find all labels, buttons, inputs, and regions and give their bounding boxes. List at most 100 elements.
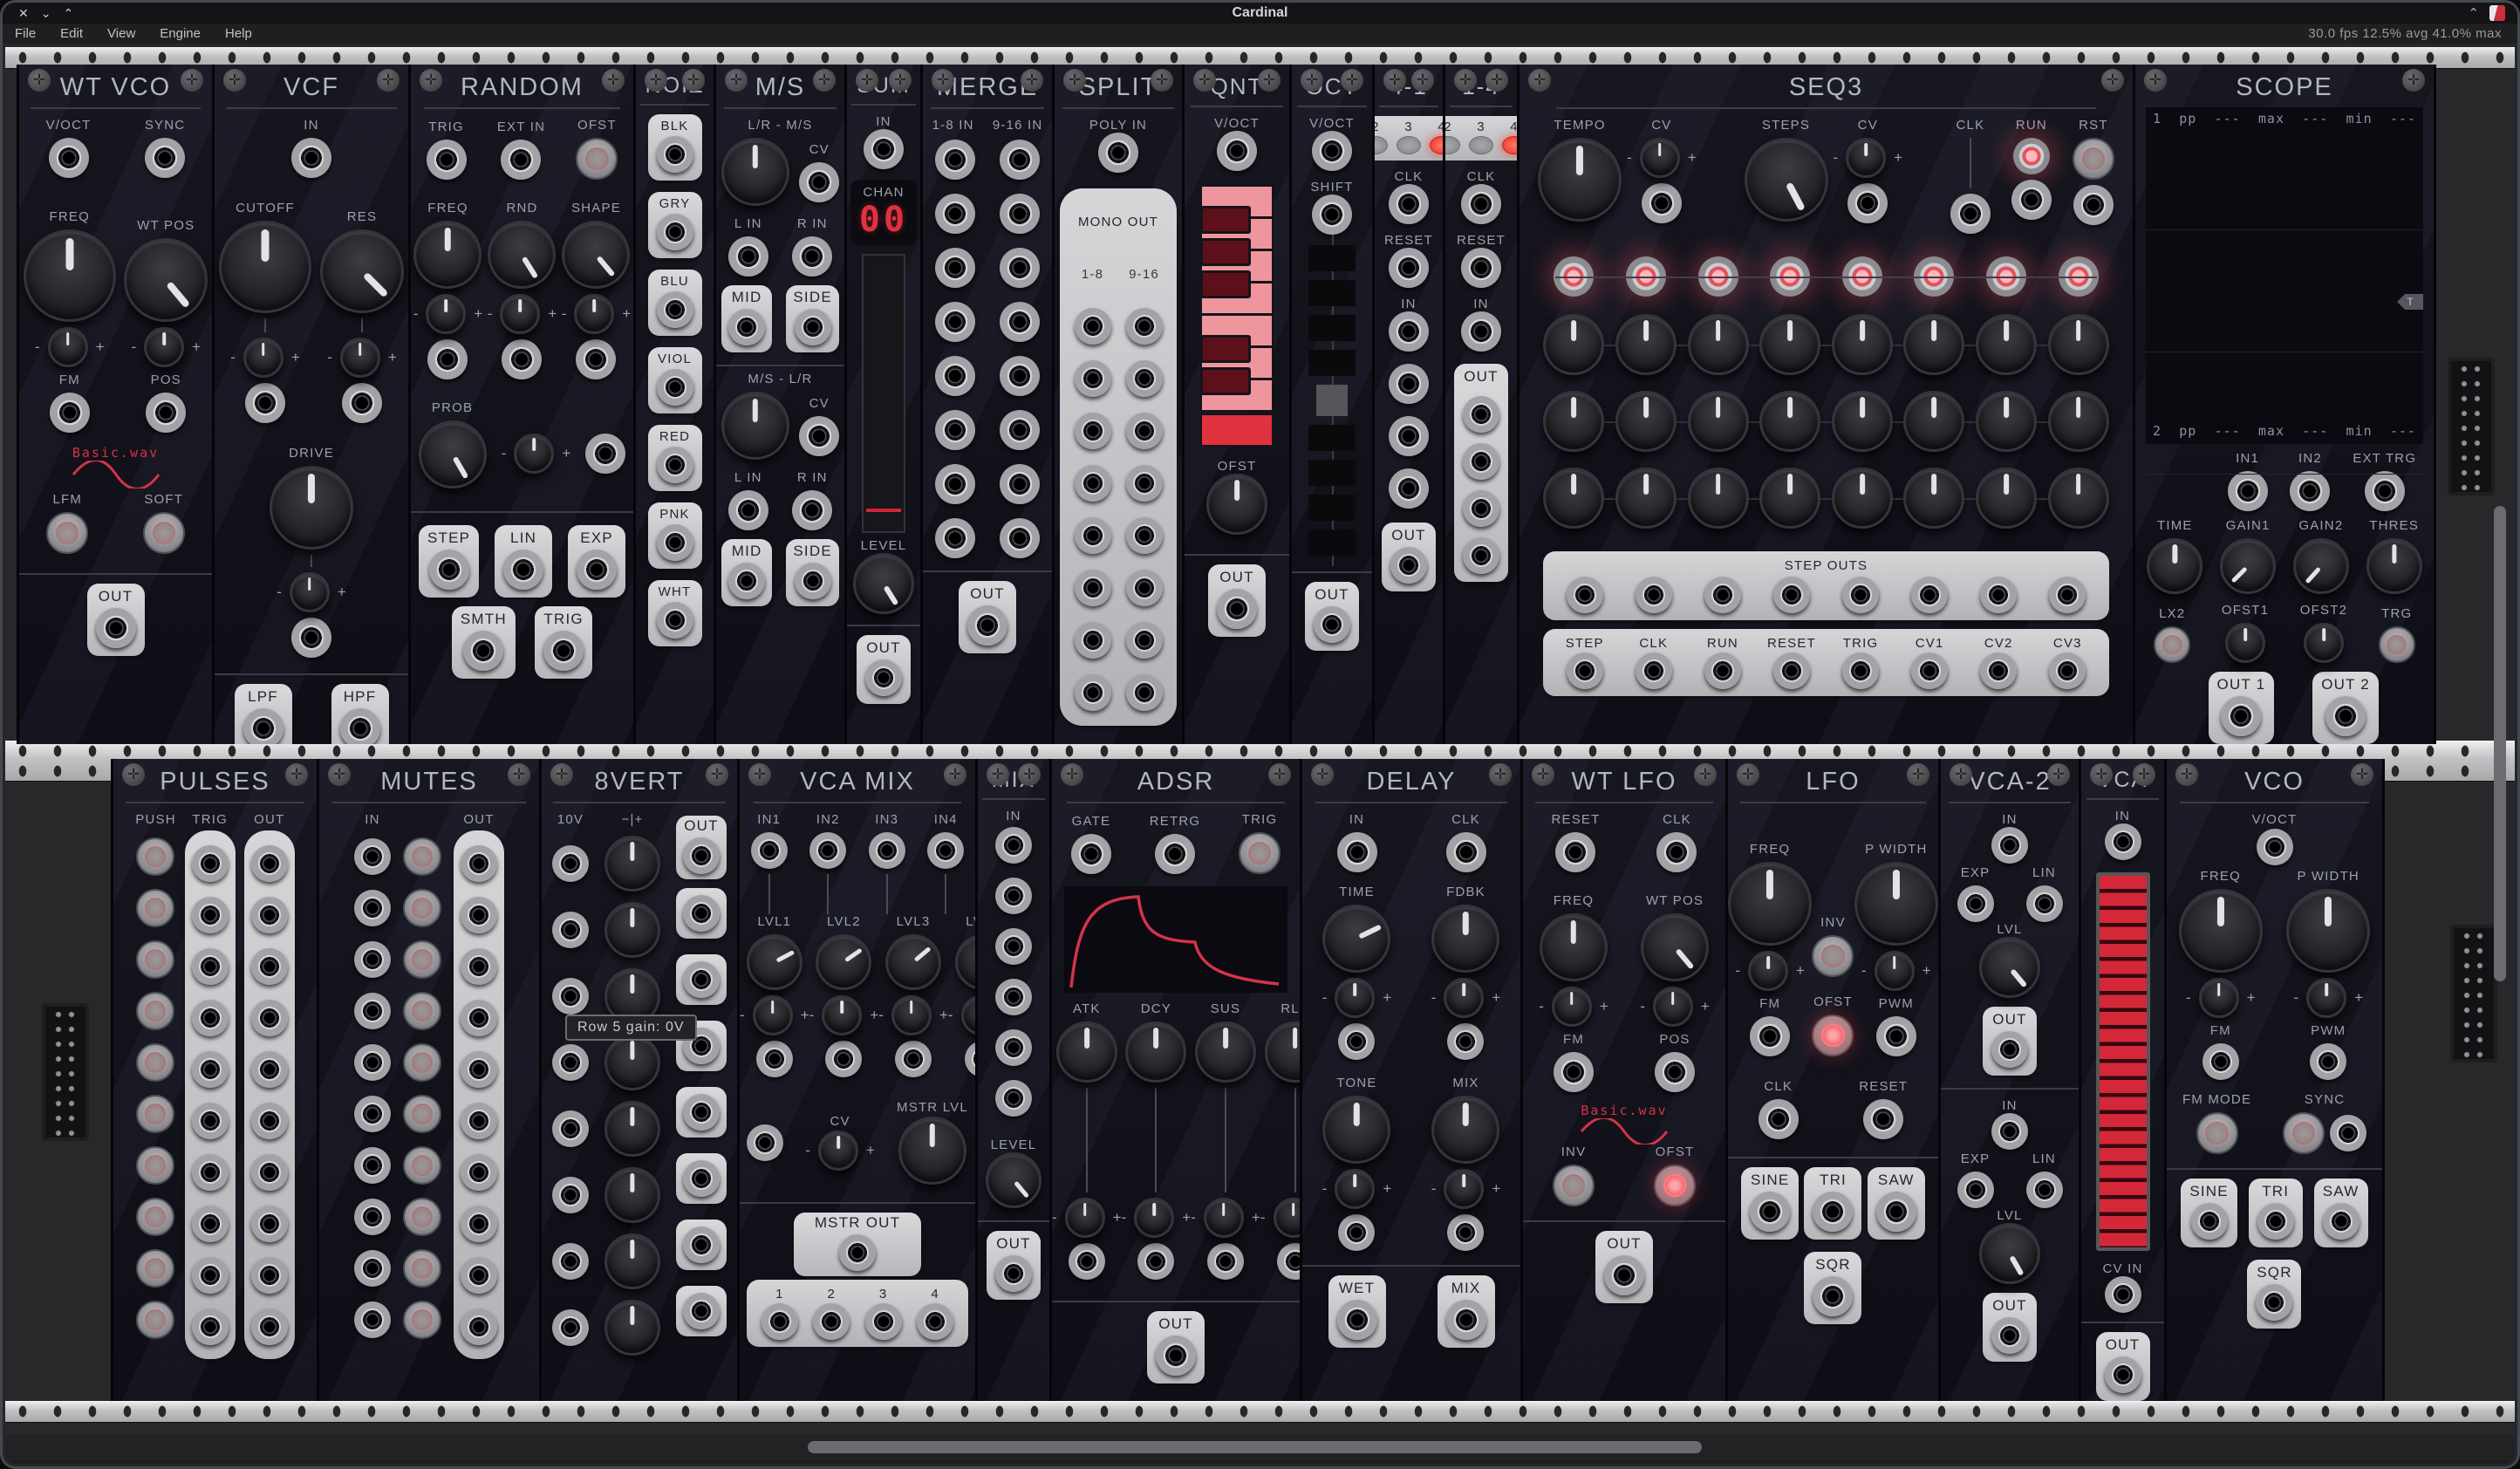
trig-jack[interactable] <box>192 1000 229 1036</box>
jack[interactable] <box>1126 360 1163 397</box>
seq-knob[interactable] <box>1759 314 1820 375</box>
mstr-out-jack[interactable] <box>839 1234 876 1271</box>
out-jack[interactable] <box>683 837 720 874</box>
wavetable-name[interactable]: Basic.wav <box>72 445 159 461</box>
out-jack[interactable] <box>1463 443 1499 480</box>
gain-knob[interactable] <box>604 1035 660 1090</box>
jack[interactable] <box>1000 464 1040 504</box>
jack[interactable] <box>1075 570 1111 606</box>
out-jack[interactable] <box>461 1206 497 1242</box>
jack[interactable] <box>935 194 975 234</box>
out-jack[interactable] <box>461 948 497 985</box>
atk-cv-jack[interactable] <box>1069 1243 1105 1280</box>
out-jack[interactable] <box>683 1293 720 1329</box>
mute-button[interactable] <box>403 1146 441 1185</box>
out-jack[interactable] <box>995 1255 1032 1292</box>
side-jack[interactable] <box>795 309 831 345</box>
mute-button[interactable] <box>403 940 441 979</box>
step-out-jack[interactable] <box>1636 577 1672 613</box>
exp-jack[interactable] <box>577 550 617 590</box>
freq-knob[interactable] <box>1728 862 1812 946</box>
octave-selected[interactable] <box>1316 385 1348 416</box>
sqr-jack[interactable] <box>1813 1276 1853 1316</box>
pos-jack[interactable] <box>146 393 186 433</box>
level-knob[interactable] <box>986 1152 1041 1208</box>
retrg-jack[interactable] <box>1155 834 1195 874</box>
mix-out-jack[interactable] <box>1446 1300 1486 1340</box>
out-jack[interactable] <box>1156 1336 1196 1376</box>
out-jack[interactable] <box>683 895 720 932</box>
out-jack[interactable] <box>1991 1031 2028 1068</box>
freq-trim[interactable] <box>48 327 88 367</box>
push-button[interactable] <box>136 1146 174 1185</box>
in-jack[interactable] <box>1389 311 1429 352</box>
lvl1-cv-jack[interactable] <box>756 1041 793 1077</box>
seq-knob[interactable] <box>2048 314 2109 375</box>
shape-knob[interactable] <box>562 221 630 289</box>
mute-button[interactable] <box>403 1198 441 1236</box>
out1-jack[interactable] <box>2221 696 2261 736</box>
in-jack[interactable] <box>552 1044 589 1081</box>
seq-knob[interactable] <box>1903 468 1964 529</box>
jack[interactable] <box>1126 517 1163 554</box>
rnd-cv-jack[interactable] <box>502 339 542 379</box>
out-jack[interactable] <box>1980 653 2017 689</box>
gain-knob[interactable] <box>604 1167 660 1223</box>
seq-knob[interactable] <box>1615 468 1677 529</box>
in-jack[interactable] <box>354 1302 391 1338</box>
pwidth-trim[interactable] <box>1875 951 1915 991</box>
out-jack[interactable] <box>1911 653 1948 689</box>
rst-jack[interactable] <box>2073 185 2114 225</box>
exttrg-jack[interactable] <box>2365 471 2405 511</box>
jack[interactable] <box>1126 674 1163 711</box>
out-jack[interactable] <box>1217 589 1257 629</box>
trig-jack[interactable] <box>192 845 229 882</box>
jack[interactable] <box>1000 356 1040 396</box>
pwidth-trim[interactable] <box>2306 978 2346 1018</box>
in-jack[interactable] <box>291 138 331 178</box>
in-jack[interactable] <box>1389 364 1429 404</box>
collapse-icon[interactable]: ⌃ <box>2468 5 2479 21</box>
jack[interactable] <box>1000 410 1040 450</box>
out-jack[interactable] <box>461 1257 497 1294</box>
in-jack[interactable] <box>1337 832 1377 872</box>
lin2-jack[interactable] <box>2026 1172 2063 1208</box>
wet-jack[interactable] <box>1337 1300 1377 1340</box>
sus-trim[interactable] <box>1204 1198 1244 1238</box>
dcy-trim[interactable] <box>1134 1198 1174 1238</box>
in1-jack[interactable] <box>751 832 788 869</box>
in-jack[interactable] <box>1389 468 1429 509</box>
menu-file[interactable]: File <box>3 26 48 41</box>
seq-knob[interactable] <box>1759 391 1820 452</box>
time-cv-jack[interactable] <box>1338 1023 1375 1060</box>
push-button[interactable] <box>136 1198 174 1236</box>
clk-jack[interactable] <box>1446 832 1486 872</box>
in-jack[interactable] <box>995 827 1032 864</box>
step-out-jack[interactable] <box>1567 577 1603 613</box>
seq-knob[interactable] <box>1688 391 1749 452</box>
jack[interactable] <box>1126 413 1163 449</box>
out-jack[interactable] <box>1773 653 1810 689</box>
gain-knob[interactable] <box>604 836 660 892</box>
jack[interactable] <box>1000 194 1040 234</box>
jack[interactable] <box>1075 308 1111 345</box>
thres-knob[interactable] <box>2366 538 2422 594</box>
jack[interactable] <box>935 410 975 450</box>
fm-jack[interactable] <box>50 393 90 433</box>
r-in2-jack[interactable] <box>792 490 832 530</box>
rst-button[interactable] <box>2073 138 2114 180</box>
out-jack[interactable] <box>683 1094 720 1131</box>
drive-knob[interactable] <box>270 466 353 550</box>
out-jack[interactable] <box>2049 653 2086 689</box>
jack[interactable] <box>935 140 975 180</box>
jack[interactable] <box>935 464 975 504</box>
out-jack[interactable] <box>1390 547 1427 584</box>
menu-help[interactable]: Help <box>213 26 264 41</box>
voct-jack[interactable] <box>1217 131 1257 171</box>
lvl1-knob[interactable] <box>747 934 802 990</box>
out-jack[interactable] <box>1636 653 1672 689</box>
in-jack[interactable] <box>552 1177 589 1213</box>
step-out-jack[interactable] <box>1911 577 1948 613</box>
push-button[interactable] <box>136 1301 174 1339</box>
in-jack[interactable] <box>995 979 1032 1015</box>
